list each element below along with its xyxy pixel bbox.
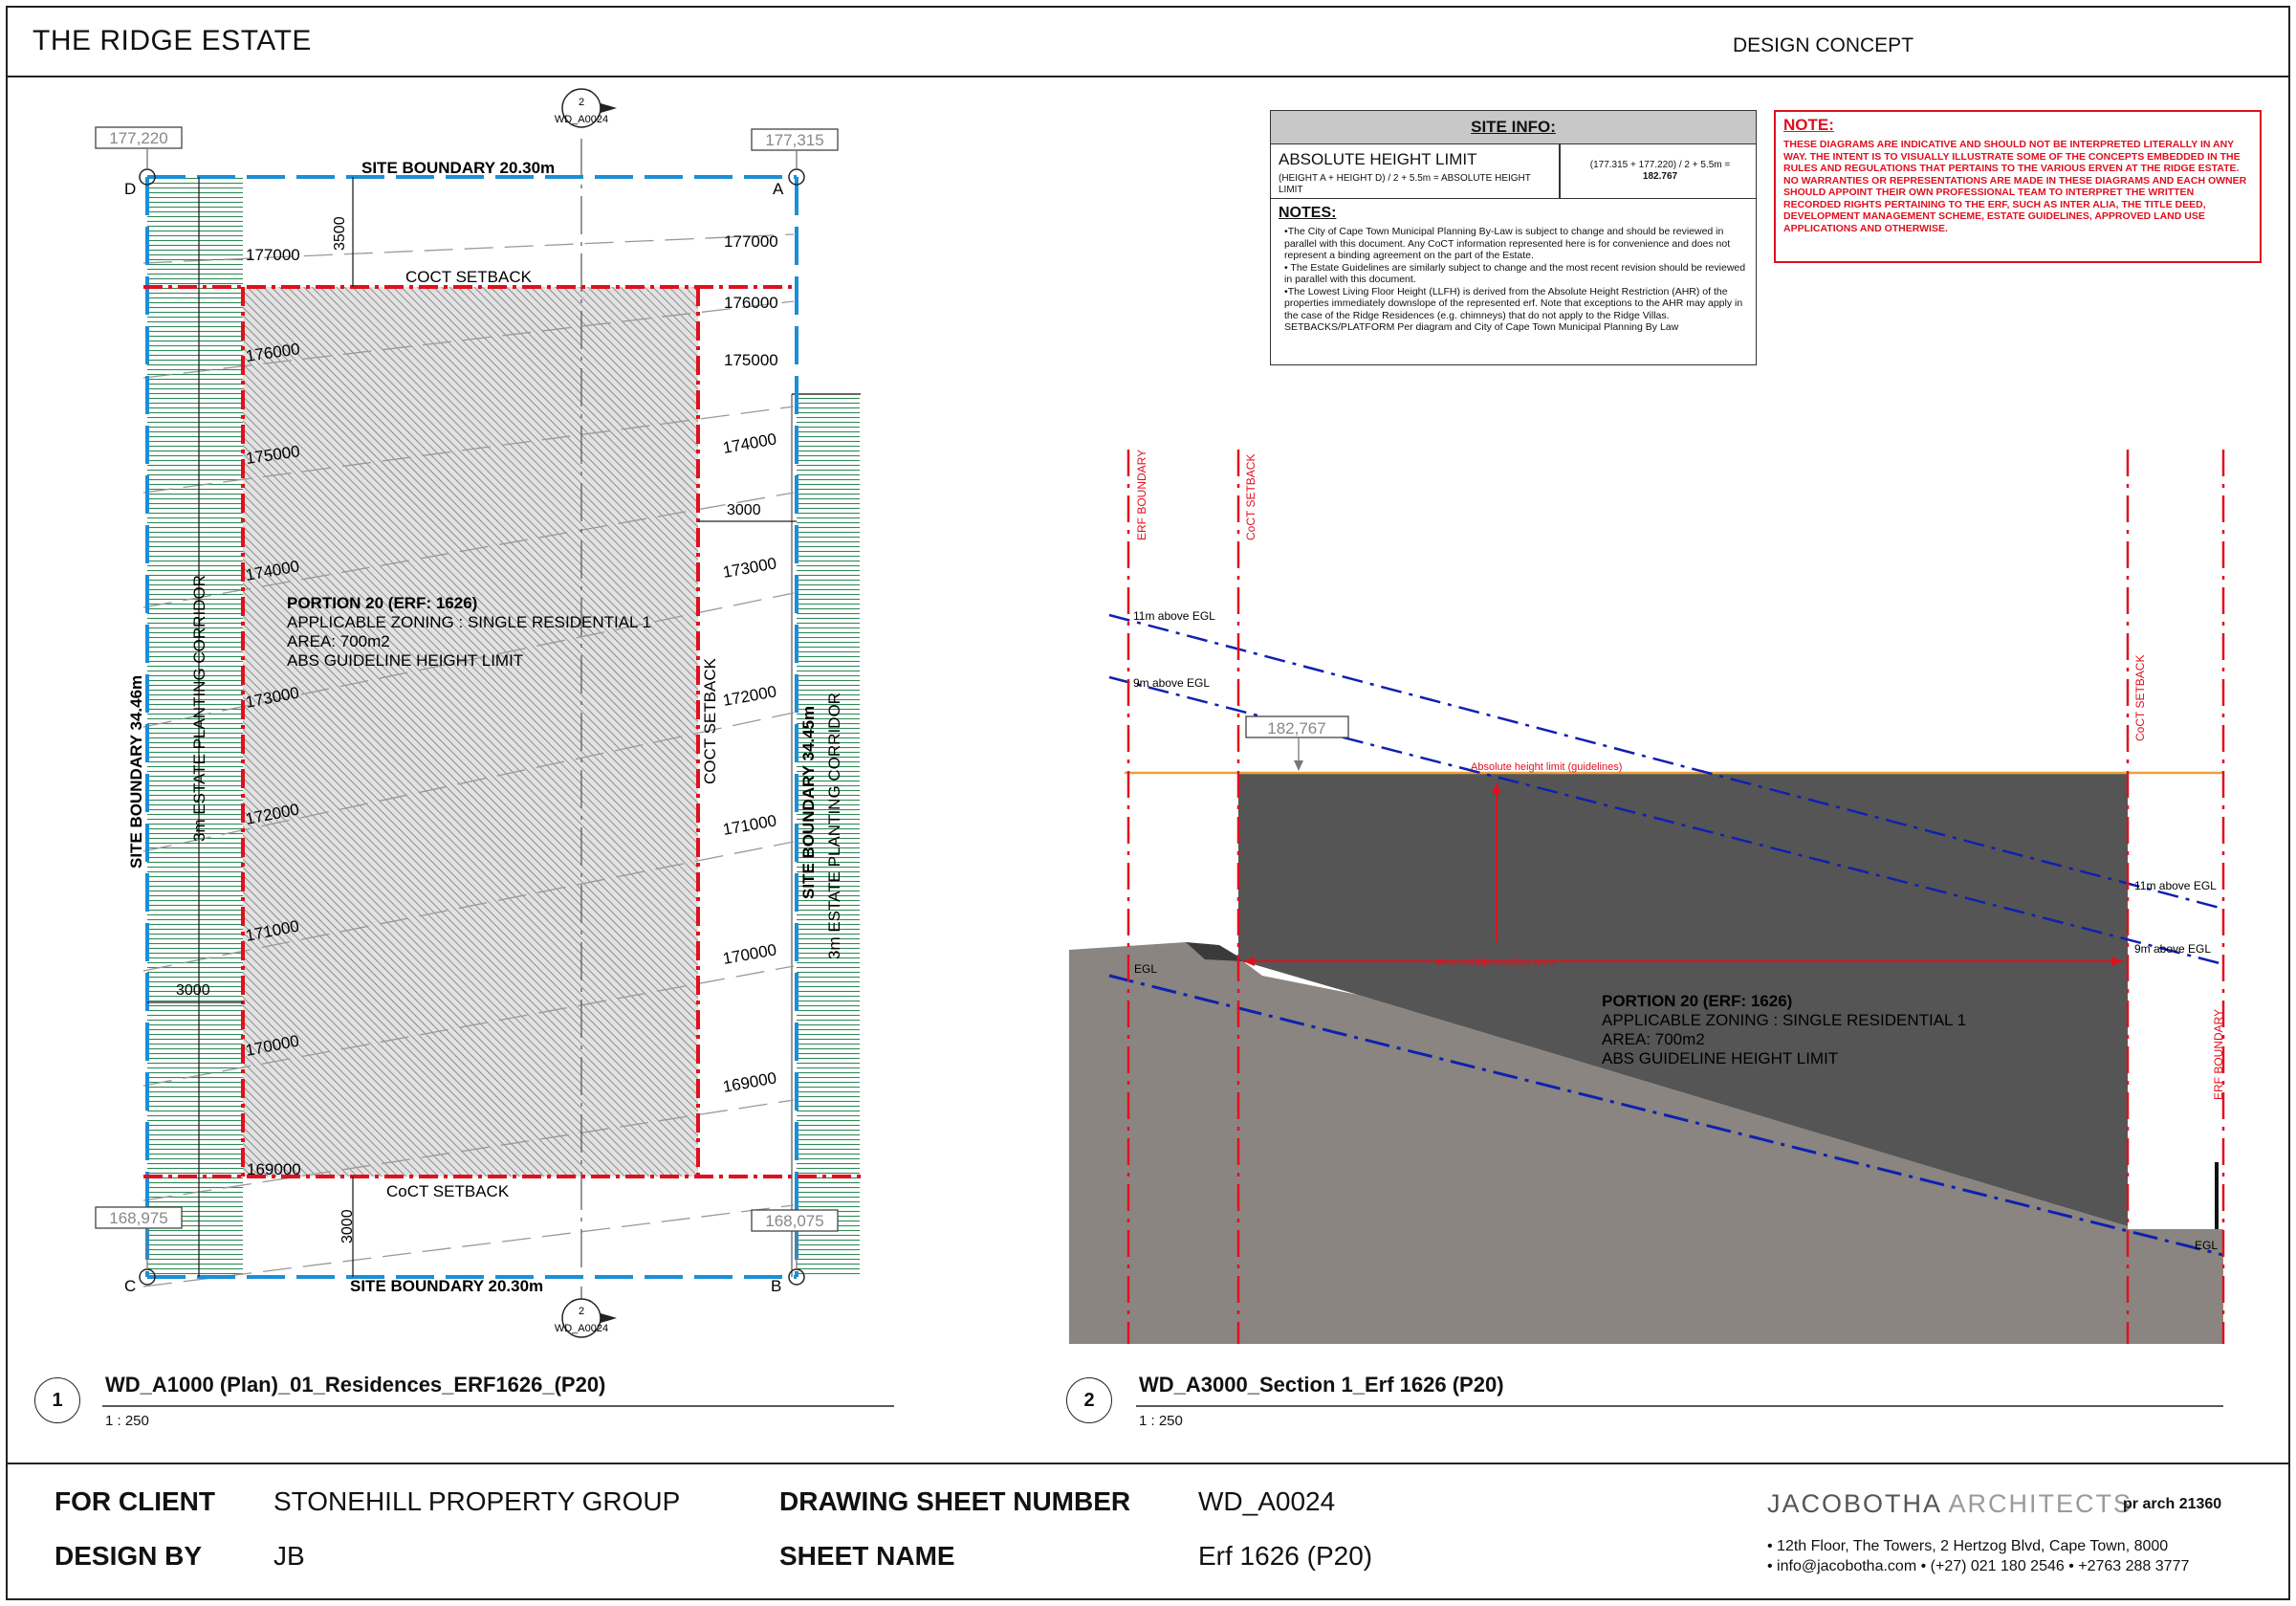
logo-light-text: ARCHITECTS [1948,1489,2133,1518]
label-9m-left: 9m above EGL [1133,676,1210,690]
level-d: 177,220 [109,129,167,147]
plan-portion-line: PORTION 20 (ERF: 1626) [287,594,477,612]
erf-boundary-left-label: ERF BOUNDARY [1135,450,1148,540]
section-marker-ref-top: WD_A0024 [555,114,608,125]
client-value: STONEHILL PROPERTY GROUP [273,1486,681,1516]
planting-left-label: 3m ESTATE PLANTING CORRIDOR [190,575,208,842]
section-height-level: 182,767 [1267,719,1325,737]
permissible-area-label: Permissible building area [1437,957,1556,969]
dim-3500: 3500 [332,216,348,251]
registration: pr arch 21360 [2123,1496,2222,1512]
coct-setback-right-label: COCT SETBACK [701,657,719,784]
section-portion-line: PORTION 20 (ERF: 1626) [1602,992,1792,1010]
level-a: 177,315 [765,131,823,149]
erf-boundary-right-label: ERF BOUNDARY [2212,1009,2225,1100]
architect-logo: JACOBOTHA ARCHITECTS [1767,1489,2132,1519]
design-by-label: DESIGN BY [55,1541,203,1571]
design-by-value: JB [273,1541,305,1571]
contour-label: 177000 [246,246,300,264]
dim-3000-bottom: 3000 [339,1209,356,1243]
dim-3000-left: 3000 [176,982,210,999]
coct-setback-bottom-label: CoCT SETBACK [386,1182,510,1200]
sheet-name-value: Erf 1626 (P20) [1198,1541,1373,1571]
contour-label: 171000 [721,811,777,839]
contour-label: 169000 [247,1160,301,1178]
level-c: 168,975 [109,1209,167,1227]
plan-view: 2 WD_A0024 2 WD_A0024 D A C B 177,220 17… [95,88,861,1338]
corner-c: C [124,1277,136,1295]
section-portion-line: AREA: 700m2 [1602,1030,1705,1048]
section-marker-ref-bottom: WD_A0024 [555,1323,608,1334]
egl-right-label: EGL [2195,1239,2218,1252]
contour-label: 174000 [721,429,777,457]
site-boundary-left-label: SITE BOUNDARY 34.46m [127,675,145,869]
sheet-number-label: DRAWING SHEET NUMBER [779,1486,1131,1516]
dim-3000-right: 3000 [727,502,761,518]
label-11m-right: 11m above EGL [2134,879,2217,892]
address: • 12th Floor, The Towers, 2 Hertzog Blvd… [1767,1538,2169,1554]
coct-setback-top-label: COCT SETBACK [405,268,533,286]
contour-label: 175000 [724,351,778,369]
building-platform-hatch [243,287,698,1177]
egl-left-label: EGL [1134,962,1157,976]
contour-label: 173000 [721,554,777,582]
view-2-scale: 1 : 250 [1139,1413,1183,1429]
corner-a: A [773,180,784,198]
contour-label: 172000 [721,682,777,710]
contour-label: 176000 [724,294,778,312]
logo-dark-text: JACOBOTHA [1767,1489,1941,1518]
contour-label: 169000 [721,1068,777,1096]
coct-setback-left-label: CoCT SETBACK [1244,454,1257,540]
abs-height-limit-label: Absolute height limit (guidelines) [1471,761,1622,773]
sheet-number-value: WD_A0024 [1198,1486,1336,1516]
planting-right-label: 3m ESTATE PLANTING CORRIDOR [825,693,843,959]
plan-portion-line: ABS GUIDELINE HEIGHT LIMIT [287,651,523,670]
contour-label: 177000 [724,232,778,251]
client-label: FOR CLIENT [55,1486,215,1516]
plan-portion-line: AREA: 700m2 [287,632,390,650]
section-portion-line: ABS GUIDELINE HEIGHT LIMIT [1602,1049,1838,1067]
view-1-marker: 1 [34,1377,80,1423]
contour-label: 170000 [721,940,777,968]
level-b: 168,075 [765,1212,823,1230]
corner-d: D [124,180,136,198]
view-1-scale: 1 : 250 [105,1413,149,1429]
view-2-title: WD_A3000_Section 1_Erf 1626 (P20) [1139,1373,1504,1397]
contact: • info@jacobotha.com • (+27) 021 180 254… [1767,1558,2190,1574]
plan-portion-line: APPLICABLE ZONING : SINGLE RESIDENTIAL 1 [287,613,651,631]
site-boundary-right-label: SITE BOUNDARY 34.45m [799,706,818,899]
site-boundary-bottom-label: SITE BOUNDARY 20.30m [350,1277,543,1295]
sheet-name-label: SHEET NAME [779,1541,955,1571]
coct-setback-right-label: CoCT SETBACK [2133,655,2147,741]
label-11m-left: 11m above EGL [1133,609,1215,623]
corner-b: B [771,1277,781,1295]
section-portion-line: APPLICABLE ZONING : SINGLE RESIDENTIAL 1 [1602,1011,1966,1029]
contour-labels-right: 177000 176000 175000 174000 173000 17200… [721,232,777,1096]
section-marker-num-bottom: 2 [579,1306,584,1317]
view-1-title: WD_A1000 (Plan)_01_Residences_ERF1626_(P… [105,1373,606,1397]
section-marker-num-top: 2 [579,97,584,108]
label-9m-right: 9m above EGL [2134,942,2211,956]
section-view: 182,767 ERF BOUNDARY CoCT SETBACK CoCT S… [1069,450,2225,1344]
site-boundary-top-label: SITE BOUNDARY 20.30m [361,159,555,177]
drawings-canvas: 2 WD_A0024 2 WD_A0024 D A C B 177,220 17… [95,88,2225,1407]
view-2-marker: 2 [1066,1377,1112,1423]
